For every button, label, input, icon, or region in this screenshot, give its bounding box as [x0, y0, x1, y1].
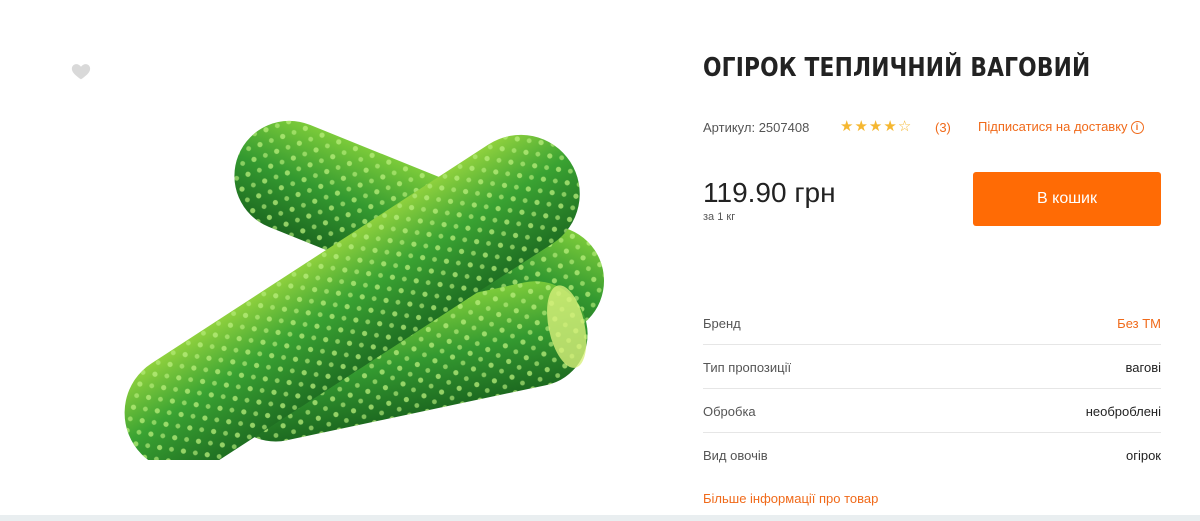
add-to-cart-button[interactable]: В кошик	[973, 172, 1161, 226]
product-title: ОГІРОК ТЕПЛИЧНИЙ ВАГОВИЙ	[703, 53, 1091, 83]
info-icon[interactable]: i	[1130, 121, 1144, 134]
brand-link[interactable]: Без ТМ	[1117, 316, 1161, 331]
rating-stars[interactable]: ★ ★ ★ ★ ☆	[840, 118, 911, 136]
property-row: Бренд Без ТМ	[703, 301, 1161, 345]
product-info: ОГІРОК ТЕПЛИЧНИЙ ВАГОВИЙ Артикул: 250740…	[703, 0, 1161, 521]
property-row: Обробка необроблені	[703, 389, 1161, 433]
property-value: необроблені	[1085, 404, 1161, 419]
more-info-link[interactable]: Більше інформації про товар	[703, 491, 878, 506]
star-empty-icon[interactable]: ☆	[898, 118, 911, 136]
sku: Артикул: 2507408	[703, 120, 809, 135]
subscribe-label: Підписатися на доставку	[978, 119, 1128, 134]
properties-list: Бренд Без ТМ Тип пропозиції вагові Оброб…	[703, 301, 1161, 476]
property-key: Вид овочів	[703, 448, 768, 463]
sku-value: 2507408	[758, 120, 810, 135]
property-row: Тип пропозиції вагові	[703, 345, 1161, 389]
property-key: Тип пропозиції	[703, 360, 792, 375]
bottom-divider	[0, 515, 1200, 521]
reviews-count-link[interactable]: (3)	[935, 120, 951, 135]
sku-label: Артикул:	[703, 120, 756, 135]
product-meta: Артикул: 2507408 ★ ★ ★ ★ ☆ (3) Підписатися н…	[703, 117, 1161, 137]
star-filled-icon[interactable]: ★	[854, 118, 867, 136]
price-unit: за 1 кг	[703, 211, 736, 223]
product-gallery	[0, 0, 660, 521]
property-value: огірок	[1125, 448, 1161, 463]
star-filled-icon[interactable]: ★	[869, 118, 882, 136]
product-image	[124, 120, 605, 460]
star-filled-icon[interactable]: ★	[883, 118, 896, 136]
heart-icon[interactable]	[70, 60, 92, 82]
property-key: Обробка	[703, 404, 756, 419]
subscribe-delivery-link[interactable]: Підписатися на доставку i	[978, 119, 1144, 134]
property-row: Вид овочів огірок	[703, 433, 1161, 476]
property-value: вагові	[1125, 360, 1161, 375]
star-filled-icon[interactable]: ★	[840, 118, 853, 136]
price: 119.90 грн	[703, 177, 836, 208]
property-key: Бренд	[703, 316, 741, 331]
